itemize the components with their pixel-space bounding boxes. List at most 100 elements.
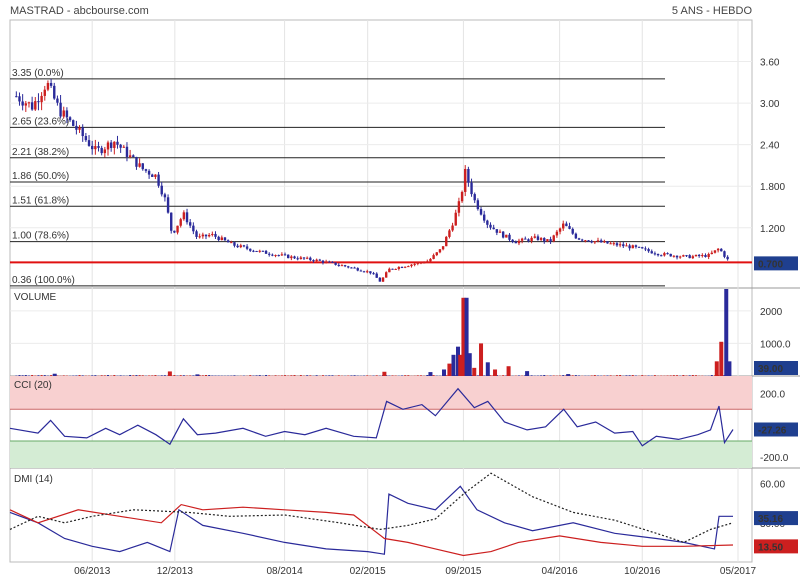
candle-body — [596, 240, 600, 242]
candle-body — [350, 267, 353, 269]
candle-body — [663, 253, 666, 256]
candle-body — [135, 156, 138, 167]
volume-bar — [290, 375, 293, 376]
x-tick-label: 02/2015 — [350, 566, 387, 577]
volume-bar — [366, 375, 369, 376]
candle-body — [574, 233, 578, 239]
candle-body — [650, 251, 653, 254]
candle-body — [445, 236, 448, 247]
candle-body — [467, 168, 470, 183]
candle-body — [170, 212, 173, 231]
volume-spike — [472, 367, 477, 376]
candle-body — [43, 89, 46, 96]
candle-body — [685, 255, 688, 257]
volume-spike — [167, 371, 172, 376]
dmi-plus-line — [9, 485, 733, 555]
volume-bar — [517, 375, 520, 376]
candle-body — [84, 136, 88, 141]
candle-body — [154, 174, 157, 177]
candle-body — [59, 102, 62, 117]
candle-body — [508, 234, 511, 240]
candle-body — [460, 191, 464, 202]
candle-body — [637, 246, 641, 248]
volume-bar — [129, 375, 132, 376]
volume-bar — [691, 375, 694, 376]
candle-body — [192, 225, 195, 232]
candle-body — [49, 82, 53, 86]
candle-body — [403, 266, 407, 268]
volume-bar — [619, 375, 622, 376]
volume-bar — [293, 375, 296, 376]
candle-body — [400, 267, 404, 269]
candle-body — [255, 250, 258, 252]
volume-bar — [549, 375, 552, 376]
candle-body — [517, 240, 521, 244]
dmi-adx-line — [9, 472, 734, 544]
dmi-panel: DMI (14)60.0030.0035.1613.50 — [9, 472, 798, 557]
candle-body — [144, 169, 148, 171]
volume-spike — [493, 369, 498, 376]
volume-bar — [91, 375, 94, 376]
volume-bar — [590, 375, 593, 376]
volume-bar — [609, 375, 612, 376]
fibonacci-label: 3.35 (0.0%) — [12, 68, 64, 79]
candle-body — [454, 212, 457, 226]
candle-body — [223, 237, 227, 241]
x-tick-label: 12/2013 — [157, 566, 194, 577]
volume-bar — [160, 375, 163, 376]
volume-bar — [138, 375, 141, 376]
candle-body — [46, 82, 50, 90]
candle-body — [103, 149, 107, 154]
candle-body — [549, 239, 552, 242]
candle-body — [353, 267, 356, 269]
candle-body — [505, 234, 508, 238]
volume-bar — [416, 375, 419, 376]
volume-spike — [195, 374, 200, 376]
candle-body — [501, 231, 505, 238]
volume-bar — [669, 375, 672, 376]
chart-title: MASTRAD - abcbourse.com — [10, 5, 149, 17]
volume-bar — [50, 375, 53, 376]
candle-body — [653, 253, 657, 255]
candle-body — [707, 254, 710, 257]
candle-body — [106, 142, 110, 150]
volume-bar — [685, 375, 688, 376]
cci-overbought-zone — [10, 376, 752, 410]
candle-body — [622, 244, 625, 247]
candle-body — [18, 96, 21, 102]
volume-bar — [574, 375, 577, 376]
candle-body — [268, 253, 271, 255]
volume-bar — [284, 375, 287, 376]
candle-body — [176, 225, 179, 233]
price-last-value: 0.700 — [758, 259, 783, 270]
volume-bar — [426, 375, 429, 376]
volume-bar — [37, 375, 40, 376]
fibonacci-label: 1.51 (61.8%) — [12, 195, 69, 206]
volume-bar — [407, 375, 410, 376]
candle-body — [230, 242, 233, 244]
candle-body — [628, 245, 631, 249]
volume-bar — [280, 375, 283, 376]
candle-body — [419, 262, 423, 264]
candle-body — [94, 146, 97, 150]
volume-bar — [274, 375, 277, 376]
candle-body — [40, 95, 43, 103]
volume-bar — [258, 375, 261, 376]
candle-body — [498, 231, 502, 233]
candle-body — [138, 163, 141, 167]
volume-bar — [331, 375, 334, 376]
fibonacci-label: 1.86 (50.0%) — [12, 171, 69, 182]
volume-bar — [559, 375, 562, 376]
volume-tick-label: 2000 — [760, 307, 783, 318]
volume-bar — [81, 375, 84, 376]
candle-body — [701, 255, 704, 257]
candle-body — [211, 233, 214, 235]
volume-bar — [135, 375, 138, 376]
candle-body — [302, 257, 306, 259]
chart-period: 5 ANS - HEBDO — [672, 5, 753, 17]
candle-body — [609, 243, 612, 245]
candle-body — [479, 209, 483, 215]
volume-spike — [719, 341, 724, 376]
candle-body — [612, 243, 616, 245]
candle-body — [565, 223, 568, 227]
